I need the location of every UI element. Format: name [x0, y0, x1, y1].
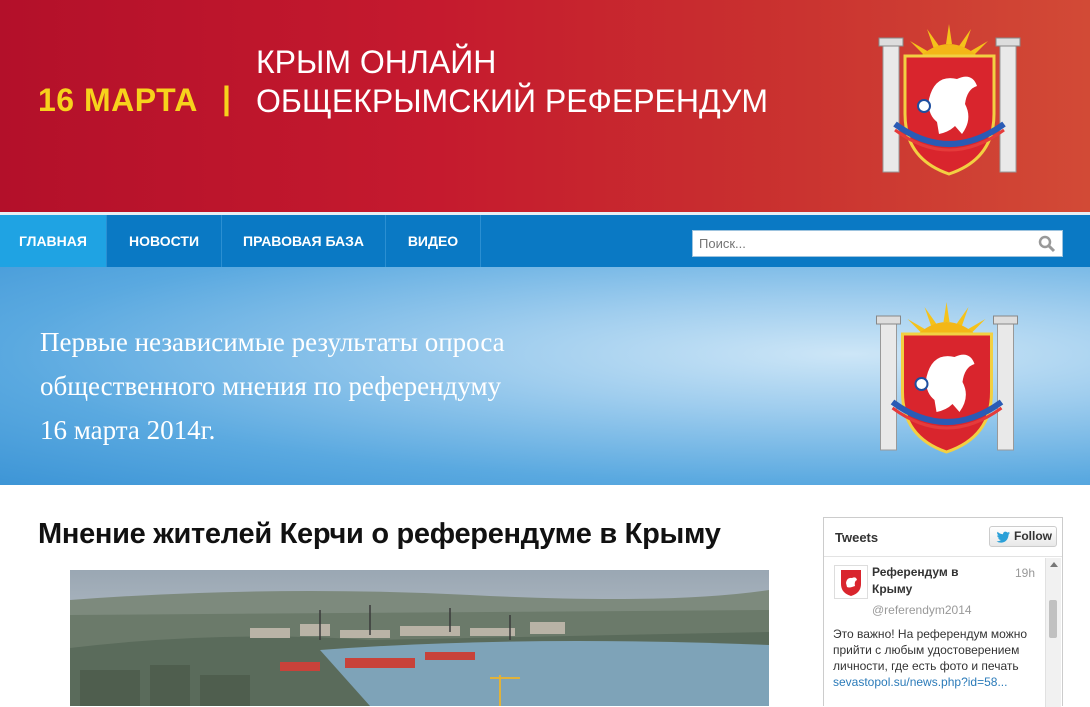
- tweet-handle[interactable]: @referendym2014: [872, 603, 972, 617]
- article-title[interactable]: Мнение жителей Керчи о референдуме в Кры…: [38, 518, 721, 551]
- nav-item-news[interactable]: НОВОСТИ: [107, 215, 222, 267]
- twitter-widget-header: Tweets Follow: [824, 518, 1062, 557]
- nav-item-legal-base[interactable]: ПРАВОВАЯ БАЗА: [222, 215, 386, 267]
- kerch-port-photo[interactable]: [70, 570, 769, 706]
- tweet-author-name[interactable]: Референдум в Крыму: [872, 564, 987, 598]
- nav-item-home[interactable]: ГЛАВНАЯ: [0, 215, 107, 267]
- promo-banner[interactable]: Первые независимые результаты опроса общ…: [0, 267, 1090, 485]
- tweets-scrollbar[interactable]: [1045, 558, 1061, 707]
- site-title-line1: КРЫМ ОНЛАЙН: [256, 44, 497, 80]
- tweet-time[interactable]: 19h: [1015, 566, 1035, 580]
- tweet-avatar[interactable]: [834, 565, 868, 599]
- banner-line2: общественного мнения по референдуму: [40, 371, 502, 401]
- banner-line1: Первые независимые результаты опроса: [40, 327, 505, 357]
- site-title[interactable]: КРЫМ ОНЛАЙН ОБЩЕКРЫМСКИЙ РЕФЕРЕНДУМ: [256, 43, 768, 121]
- tweet-link[interactable]: sevastopol.su/news.php?id=58...: [833, 674, 1033, 690]
- scroll-up-icon[interactable]: [1050, 562, 1058, 567]
- search-input[interactable]: [693, 231, 1029, 256]
- nav-item-video[interactable]: ВИДЕО: [386, 215, 481, 267]
- banner-line3: 16 марта 2014г.: [40, 415, 216, 445]
- twitter-widget: Tweets Follow Референдум в Крыму 19h @re…: [823, 517, 1063, 707]
- site-title-line2: ОБЩЕКРЫМСКИЙ РЕФЕРЕНДУМ: [256, 83, 769, 119]
- crimea-coat-of-arms-icon: [878, 24, 1021, 176]
- tweet-body: Это важно! На референдум можно прийти с …: [833, 627, 1028, 673]
- site-header: 16 МАРТА | КРЫМ ОНЛАЙН ОБЩЕКРЫМСКИЙ РЕФЕ…: [0, 0, 1090, 212]
- search-icon[interactable]: [1038, 235, 1056, 253]
- banner-coat-of-arms-icon: [876, 302, 1018, 454]
- twitter-bird-icon: [996, 531, 1010, 543]
- main-nav: ГЛАВНАЯ НОВОСТИ ПРАВОВАЯ БАЗА ВИДЕО: [0, 212, 1090, 267]
- tweet-text: Это важно! На референдум можно прийти с …: [833, 626, 1033, 690]
- referendum-date: 16 МАРТА: [38, 82, 198, 118]
- scrollbar-thumb[interactable]: [1049, 600, 1057, 638]
- twitter-widget-title: Tweets: [835, 530, 879, 545]
- banner-text: Первые независимые результаты опроса общ…: [40, 320, 505, 452]
- header-separator: |: [222, 80, 231, 116]
- follow-button[interactable]: Follow: [989, 526, 1057, 547]
- search-box: [692, 230, 1063, 257]
- follow-label: Follow: [1014, 529, 1052, 543]
